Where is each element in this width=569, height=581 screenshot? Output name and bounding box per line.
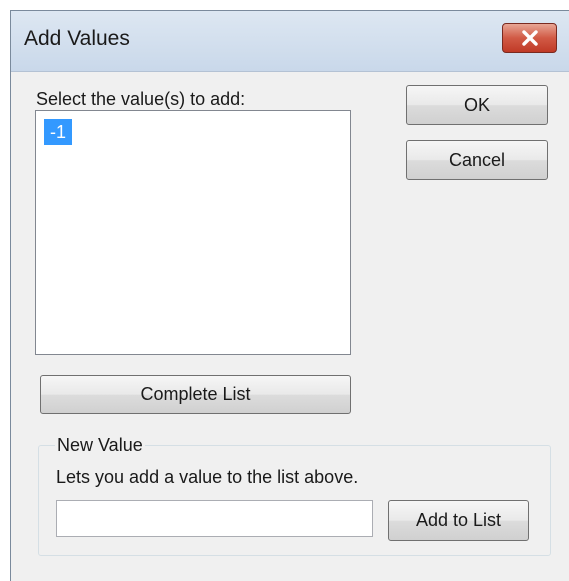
dialog-title: Add Values [24, 27, 130, 50]
cancel-button[interactable]: Cancel [406, 140, 548, 180]
close-button[interactable] [502, 23, 557, 53]
new-value-input[interactable] [56, 500, 373, 537]
values-list-label: Select the value(s) to add: [36, 89, 246, 109]
close-icon [521, 30, 538, 46]
add-to-list-button[interactable]: Add to List [388, 500, 529, 541]
title-bar[interactable]: Add Values [11, 11, 569, 72]
complete-list-button[interactable]: Complete List [40, 375, 351, 414]
list-item[interactable]: -1 [44, 119, 73, 145]
new-value-group-label: New Value [55, 435, 145, 456]
add-values-dialog: Add Values Select the value(s) to add: -… [10, 10, 569, 581]
new-value-description: Lets you add a value to the list above. [56, 467, 359, 487]
ok-button[interactable]: OK [406, 85, 548, 125]
values-listbox[interactable]: -1 [35, 110, 351, 355]
